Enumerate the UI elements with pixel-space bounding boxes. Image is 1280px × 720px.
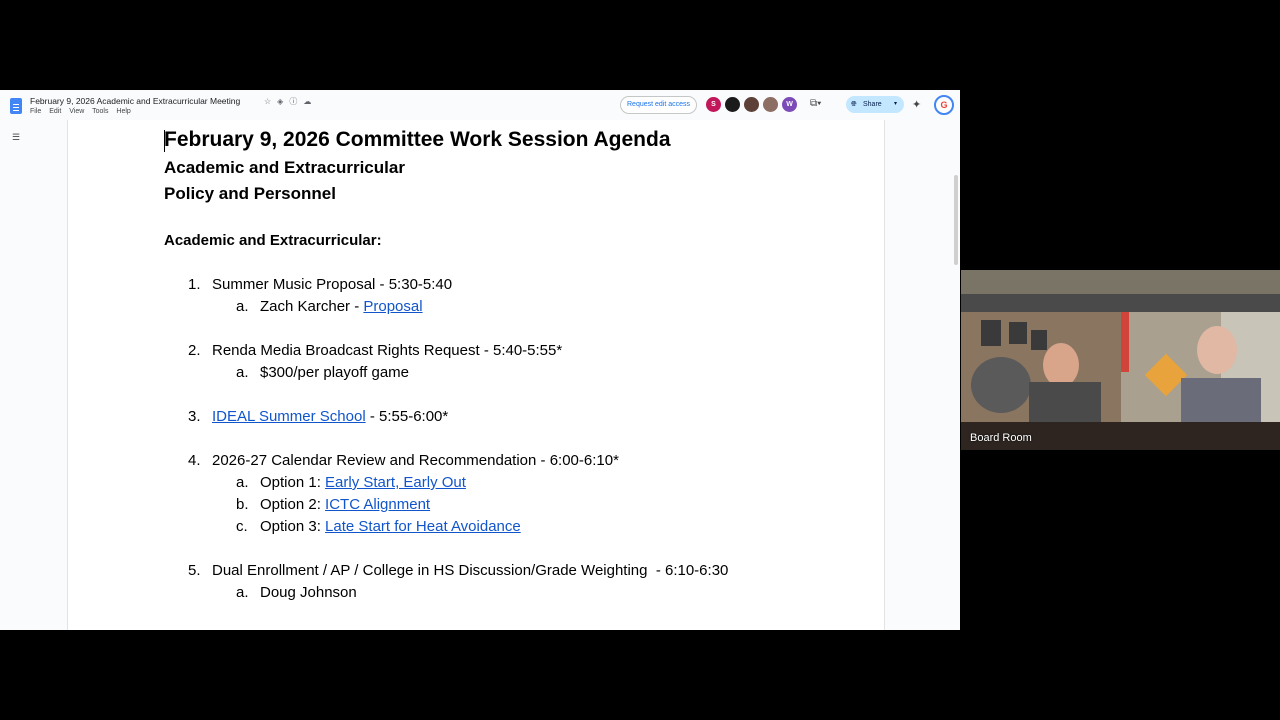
request-edit-access-button[interactable]: Request edit access xyxy=(620,96,698,114)
proposal-link[interactable]: Proposal xyxy=(363,298,422,315)
list-item-text: - 5:55-6:00* xyxy=(365,408,449,425)
list-item: Option 3: Late Start for Heat Avoidance xyxy=(260,518,521,535)
list-item: 2026-27 Calendar Review and Recommendati… xyxy=(212,452,619,469)
gemini-icon[interactable]: ✦ xyxy=(912,98,921,111)
list-item: Option 1: Early Start, Early Out xyxy=(260,474,466,491)
list-item: Renda Media Broadcast Rights Request - 5… xyxy=(212,342,563,359)
subheading-academic: Academic and Extracurricular xyxy=(164,158,405,177)
ideal-summer-school-link[interactable]: IDEAL Summer School xyxy=(212,408,366,425)
menu-tools[interactable]: Tools xyxy=(92,108,108,115)
list-number: 5. xyxy=(188,562,201,579)
list-number: 3. xyxy=(188,408,201,425)
list-number: 4. xyxy=(188,452,201,469)
google-docs-icon[interactable] xyxy=(10,98,22,114)
share-button[interactable]: 🌐︎ Share ▾ xyxy=(846,96,904,113)
option-2-link[interactable]: ICTC Alignment xyxy=(325,496,430,513)
list-number: 1. xyxy=(188,276,201,293)
list-item: IDEAL Summer School - 5:55-6:00* xyxy=(212,408,448,425)
video-feed-image xyxy=(961,270,1280,450)
list-letter: c. xyxy=(236,518,248,535)
globe-icon: 🌐︎ xyxy=(851,101,857,108)
meet-icon[interactable]: ⧉▾ xyxy=(810,98,821,109)
avatar[interactable]: W xyxy=(782,97,797,112)
list-item-text: Option 2: xyxy=(260,496,326,513)
info-icon[interactable]: ⓘ xyxy=(289,97,303,106)
avatar[interactable] xyxy=(725,97,740,112)
subheading-policy: Policy and Personnel xyxy=(164,184,336,203)
menu-bar: File Edit View Tools Help xyxy=(30,108,137,115)
document-heading: February 9, 2026 Committee Work Session … xyxy=(164,128,671,151)
chevron-down-icon: ▾ xyxy=(894,101,898,107)
title-action-icons: ☆◈ⓘ☁ xyxy=(264,96,317,107)
list-item: Doug Johnson xyxy=(260,584,357,601)
menu-file[interactable]: File xyxy=(30,108,41,115)
list-item: Dual Enrollment / AP / College in HS Dis… xyxy=(212,562,729,579)
scrollbar[interactable] xyxy=(954,175,958,265)
participant-name: Board Room xyxy=(970,432,1032,444)
avatar[interactable] xyxy=(763,97,778,112)
cloud-status-icon[interactable]: ☁ xyxy=(303,97,317,106)
option-1-link[interactable]: Early Start, Early Out xyxy=(325,474,466,491)
list-letter: a. xyxy=(236,298,249,315)
list-letter: a. xyxy=(236,474,249,491)
list-item-text: Zach Karcher - xyxy=(260,298,364,315)
list-item-text: Option 1: xyxy=(260,474,326,491)
list-letter: a. xyxy=(236,584,249,601)
move-icon[interactable]: ◈ xyxy=(277,97,289,106)
participant-video-tile[interactable]: Board Room xyxy=(961,270,1280,450)
menu-edit[interactable]: Edit xyxy=(49,108,61,115)
list-letter: b. xyxy=(236,496,249,513)
shared-screen: February 9, 2026 Academic and Extracurri… xyxy=(0,90,960,630)
document-outline-icon[interactable]: ☰ xyxy=(12,132,20,143)
docs-header: February 9, 2026 Academic and Extracurri… xyxy=(0,90,960,120)
star-icon[interactable]: ☆ xyxy=(264,97,277,106)
list-item: $300/per playoff game xyxy=(260,364,409,381)
avatar[interactable] xyxy=(744,97,759,112)
list-letter: a. xyxy=(236,364,249,381)
list-item: Summer Music Proposal - 5:30-5:40 xyxy=(212,276,453,293)
list-item: Zach Karcher - Proposal xyxy=(260,298,423,315)
option-3-link[interactable]: Late Start for Heat Avoidance xyxy=(325,518,521,535)
section-heading: Academic and Extracurricular: xyxy=(164,232,382,249)
menu-view[interactable]: View xyxy=(69,108,84,115)
avatar[interactable]: S xyxy=(706,97,721,112)
share-label: Share xyxy=(863,101,882,108)
menu-help[interactable]: Help xyxy=(116,108,130,115)
list-item: Option 2: ICTC Alignment xyxy=(260,496,430,513)
document-title[interactable]: February 9, 2026 Academic and Extracurri… xyxy=(30,96,240,106)
list-item-text: Option 3: xyxy=(260,518,326,535)
list-number: 2. xyxy=(188,342,201,359)
account-avatar[interactable]: G xyxy=(934,95,954,115)
